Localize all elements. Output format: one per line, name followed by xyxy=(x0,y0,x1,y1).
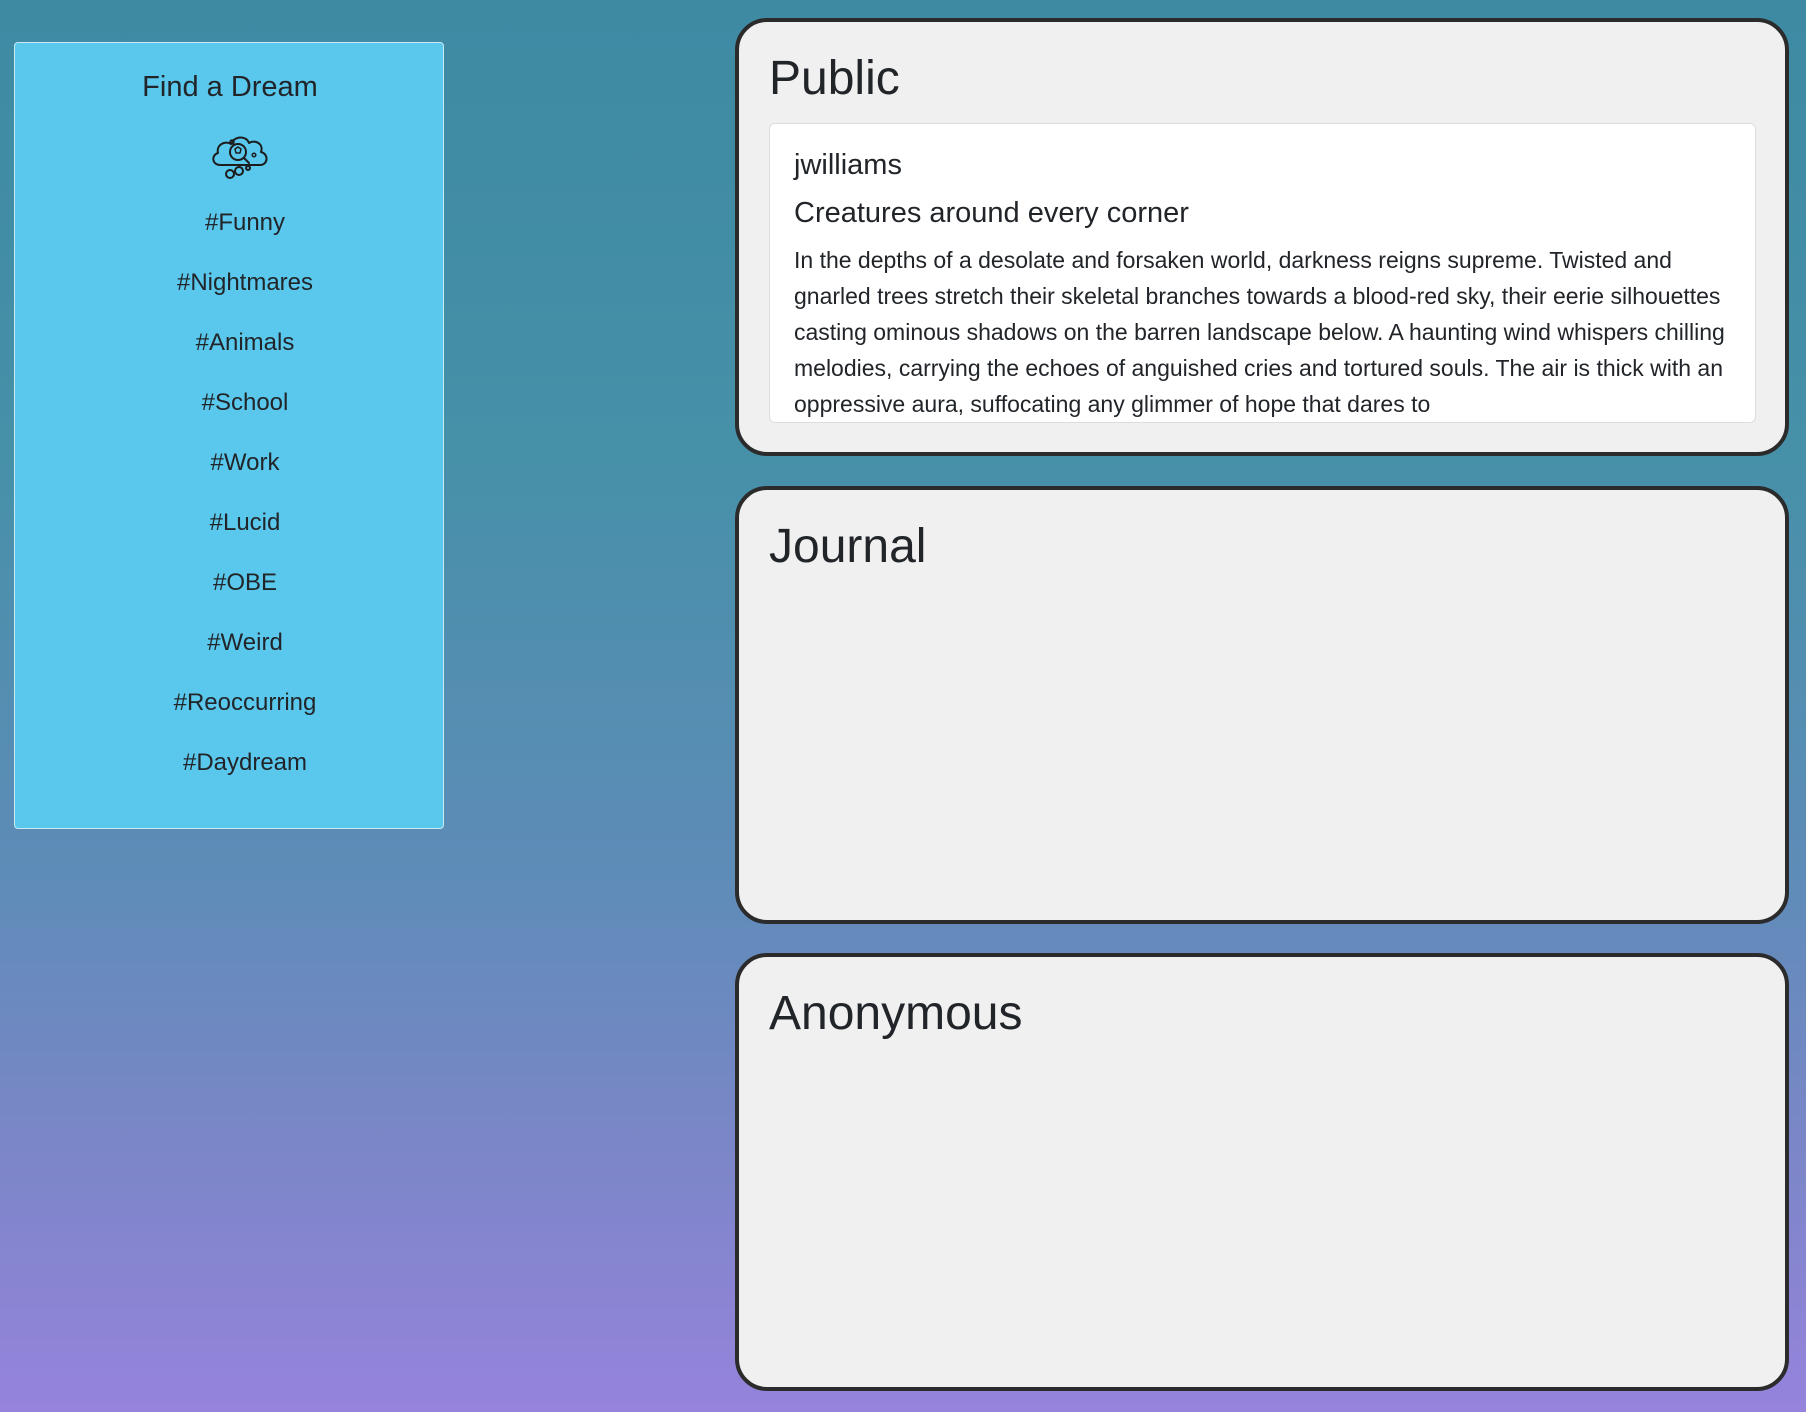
journal-panel: Journal xyxy=(735,486,1789,924)
anonymous-panel: Anonymous xyxy=(735,953,1789,1391)
tag-daydream[interactable]: #Daydream xyxy=(15,743,475,803)
tag-lucid[interactable]: #Lucid xyxy=(15,503,475,563)
tag-label: #Funny xyxy=(204,209,286,236)
tag-weird[interactable]: #Weird xyxy=(15,623,475,683)
tag-label: #OBE xyxy=(212,569,278,596)
tag-obe[interactable]: #OBE xyxy=(15,563,475,623)
public-panel-title: Public xyxy=(769,52,900,105)
tag-label: #Nightmares xyxy=(176,269,314,296)
tag-label: #Work xyxy=(210,449,280,476)
tag-work[interactable]: #Work xyxy=(15,443,475,503)
tag-funny[interactable]: #Funny xyxy=(15,203,475,263)
tag-label: #Animals xyxy=(195,329,295,356)
tag-nightmares[interactable]: #Nightmares xyxy=(15,263,475,323)
dream-cloud-search-icon xyxy=(208,127,272,183)
post-author[interactable]: jwilliams xyxy=(794,146,1731,184)
find-a-dream-sidebar: Find a Dream #Funny #Nightmares #Animals… xyxy=(14,42,444,829)
public-panel: Public jwilliams Creatures around every … xyxy=(735,18,1789,456)
anonymous-panel-title: Anonymous xyxy=(769,987,1023,1040)
tag-animals[interactable]: #Animals xyxy=(15,323,475,383)
tag-label: #Weird xyxy=(207,629,283,656)
tag-label: #Daydream xyxy=(182,749,308,776)
journal-panel-title: Journal xyxy=(769,520,927,573)
tag-school[interactable]: #School xyxy=(15,383,475,443)
post-body: In the depths of a desolate and forsaken… xyxy=(794,247,1725,417)
tag-label: #Reoccurring xyxy=(173,689,317,716)
dream-post-card[interactable]: jwilliams Creatures around every corner … xyxy=(769,123,1756,423)
post-title[interactable]: Creatures around every corner xyxy=(794,194,1731,232)
tag-list: #Funny #Nightmares #Animals #School #Wor… xyxy=(15,203,475,803)
sidebar-title: Find a Dream xyxy=(142,71,318,103)
tag-label: #Lucid xyxy=(209,509,281,536)
tag-reoccurring[interactable]: #Reoccurring xyxy=(15,683,475,743)
tag-label: #School xyxy=(201,389,289,416)
